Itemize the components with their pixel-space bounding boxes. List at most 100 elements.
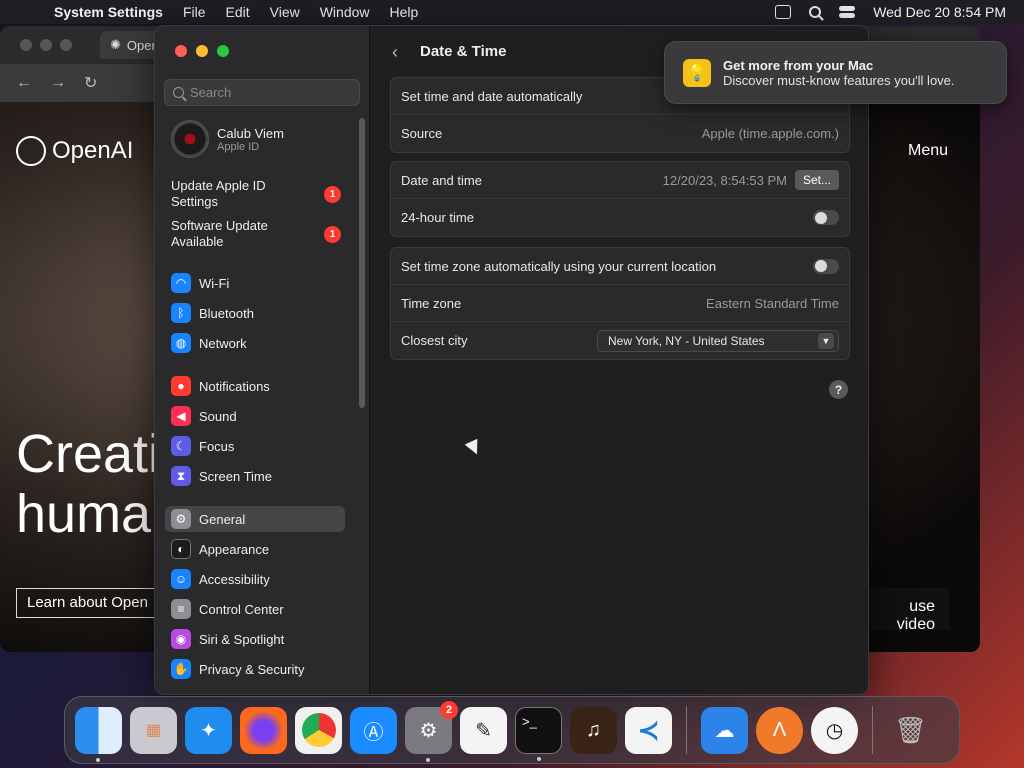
closest-city-row: Closest city New York, NY - United State… <box>391 322 849 359</box>
source-label: Source <box>401 126 443 141</box>
help-button[interactable]: ? <box>829 380 848 399</box>
sidebar-item-label: Screen Time <box>199 468 272 484</box>
sidebar-item-sound[interactable]: ◀ Sound <box>165 403 345 429</box>
sidebar-item-label: Siri & Spotlight <box>199 631 285 647</box>
learn-about-button[interactable]: Learn about Open <box>16 588 166 618</box>
trash-icon[interactable]: 🗑 <box>887 707 934 754</box>
sidebar-item-wifi[interactable]: ◠ Wi-Fi <box>165 270 345 296</box>
sidebar-item-network[interactable]: ◍ Network <box>165 330 345 356</box>
sidebar-item-label: Accessibility <box>199 571 270 587</box>
settings-sidebar: Calub Viem Apple ID Update Apple ID Sett… <box>155 26 370 694</box>
sidebar-alert-update-apple-id[interactable]: Update Apple ID Settings 1 <box>171 178 341 210</box>
sidebar-item-notifications[interactable]: ● Notifications <box>165 373 345 399</box>
sidebar-search-input[interactable] <box>190 85 350 100</box>
sidebar-item-accessibility[interactable]: ☺ Accessibility <box>165 566 345 592</box>
sidebar-item-focus[interactable]: ☾ Focus <box>165 433 345 459</box>
bluetooth-icon: ᛒ <box>171 303 191 323</box>
menu-clock[interactable]: Wed Dec 20 8:54 PM <box>873 4 1006 20</box>
sidebar-item-general[interactable]: ⚙ General <box>165 506 345 532</box>
app-store-icon[interactable]: Ⓐ <box>350 706 397 754</box>
reload-icon[interactable]: ↻ <box>84 73 97 93</box>
vscode-icon[interactable]: ≺ <box>625 706 672 754</box>
time-zone-row: Time zone Eastern Standard Time <box>391 285 849 322</box>
chevron-down-icon: ▼ <box>818 332 834 349</box>
date-and-time-label: Date and time <box>401 172 482 188</box>
openai-logo[interactable]: OpenAI <box>16 136 133 166</box>
alert-label: Software Update Available <box>171 218 268 249</box>
sidebar-item-label: Appearance <box>199 541 270 557</box>
minimize-window-button[interactable] <box>196 45 208 57</box>
24-hour-time-toggle[interactable] <box>813 210 839 225</box>
tips-notification[interactable]: 💡 Get more from your Mac Discover must-k… <box>664 41 1007 104</box>
24-hour-time-label: 24-hour time <box>401 210 474 225</box>
hero-line-2: huma <box>16 484 152 544</box>
sidebar-scrollbar[interactable] <box>359 118 365 408</box>
dock-separator <box>686 706 687 754</box>
menu-app-name[interactable]: System Settings <box>54 4 163 20</box>
sidebar-item-siri-spotlight[interactable]: ◉ Siri & Spotlight <box>165 626 345 652</box>
date-time-group: Date and time 12/20/23, 8:54:53 PM Set..… <box>390 161 850 237</box>
auto-time-zone-toggle[interactable] <box>813 258 839 274</box>
time-zone-value: Eastern Standard Time <box>706 295 839 311</box>
menu-window[interactable]: Window <box>320 4 370 20</box>
safari-icon[interactable]: ✦ <box>185 706 232 754</box>
globe-icon: ◍ <box>171 333 191 353</box>
site-menu-link[interactable]: Menu <box>908 142 948 160</box>
dock: ▦ ✦ Ⓐ ⚙ 2 ✎ >_ ♫ ≺ ☁ Λ ◷ 🗑 <box>64 696 960 764</box>
hand-icon: ✋ <box>171 659 191 679</box>
instruments-icon[interactable]: Λ <box>756 706 803 754</box>
sidebar-alert-software-update[interactable]: Software Update Available 1 <box>171 218 341 250</box>
screen-mirroring-icon[interactable] <box>775 5 792 19</box>
launchpad-icon[interactable]: ▦ <box>130 706 177 754</box>
menu-file[interactable]: File <box>183 4 206 20</box>
weather-icon[interactable]: ☁ <box>701 706 748 754</box>
24-hour-time-row: 24-hour time <box>391 199 849 236</box>
zoom-window-button[interactable] <box>217 45 229 57</box>
back-arrow-icon[interactable]: ← <box>16 74 32 92</box>
back-chevron-icon[interactable]: ‹ <box>392 42 398 63</box>
menu-bar: System Settings File Edit View Window He… <box>0 0 1024 24</box>
garageband-icon[interactable]: ♫ <box>570 706 617 754</box>
control-center-icon[interactable] <box>839 6 856 18</box>
set-date-time-button[interactable]: Set... <box>794 170 839 190</box>
sidebar-item-appearance[interactable]: ◐ Appearance <box>165 536 345 562</box>
time-zone-group: Set time zone automatically using your c… <box>390 247 850 360</box>
spotlight-search-icon[interactable] <box>809 6 822 18</box>
source-value: Apple (time.apple.com.) <box>701 126 839 141</box>
sidebar-item-label: Sound <box>199 408 237 424</box>
alert-label: Update Apple ID Settings <box>171 178 266 209</box>
browser-traffic-lights <box>20 39 72 51</box>
account-subtitle: Apple ID <box>217 140 260 153</box>
sidebar-item-screen-time[interactable]: ⧗ Screen Time <box>165 463 345 489</box>
sidebar-search <box>164 79 360 106</box>
closest-city-select[interactable]: New York, NY - United States ▼ <box>597 329 839 352</box>
account-name: Calub Viem <box>217 125 284 141</box>
menu-view[interactable]: View <box>270 4 300 20</box>
hourglass-icon: ⧗ <box>171 466 191 486</box>
page-title: Date & Time <box>420 43 507 60</box>
menu-edit[interactable]: Edit <box>226 4 250 20</box>
menu-help[interactable]: Help <box>390 4 419 20</box>
closest-city-label: Closest city <box>401 333 468 348</box>
notification-title: Get more from your Mac <box>723 57 874 73</box>
system-settings-icon[interactable]: ⚙ 2 <box>405 700 458 762</box>
apple-id-account[interactable]: Calub Viem Apple ID <box>171 120 284 158</box>
notification-badge: 1 <box>324 185 341 203</box>
finder-icon[interactable] <box>75 706 122 762</box>
sidebar-item-bluetooth[interactable]: ᛒ Bluetooth <box>165 300 345 326</box>
close-window-button[interactable] <box>175 45 187 57</box>
forward-arrow-icon[interactable]: → <box>50 74 66 92</box>
moon-icon: ☾ <box>171 436 191 456</box>
system-settings-window: Calub Viem Apple ID Update Apple ID Sett… <box>154 25 869 695</box>
speaker-icon: ◀ <box>171 406 191 426</box>
sidebar-item-label: General <box>199 511 246 527</box>
sidebar-item-label: Bluetooth <box>199 305 254 321</box>
sidebar-item-control-center[interactable]: ≡ Control Center <box>165 596 345 622</box>
hero-heading: Creati huma <box>16 424 160 544</box>
terminal-icon[interactable]: >_ <box>515 706 562 761</box>
chrome-icon[interactable] <box>295 706 342 754</box>
firefox-icon[interactable] <box>240 706 287 754</box>
clock-icon[interactable]: ◷ <box>811 706 858 754</box>
sidebar-item-privacy-security[interactable]: ✋ Privacy & Security <box>165 656 345 682</box>
textedit-icon[interactable]: ✎ <box>460 706 507 754</box>
